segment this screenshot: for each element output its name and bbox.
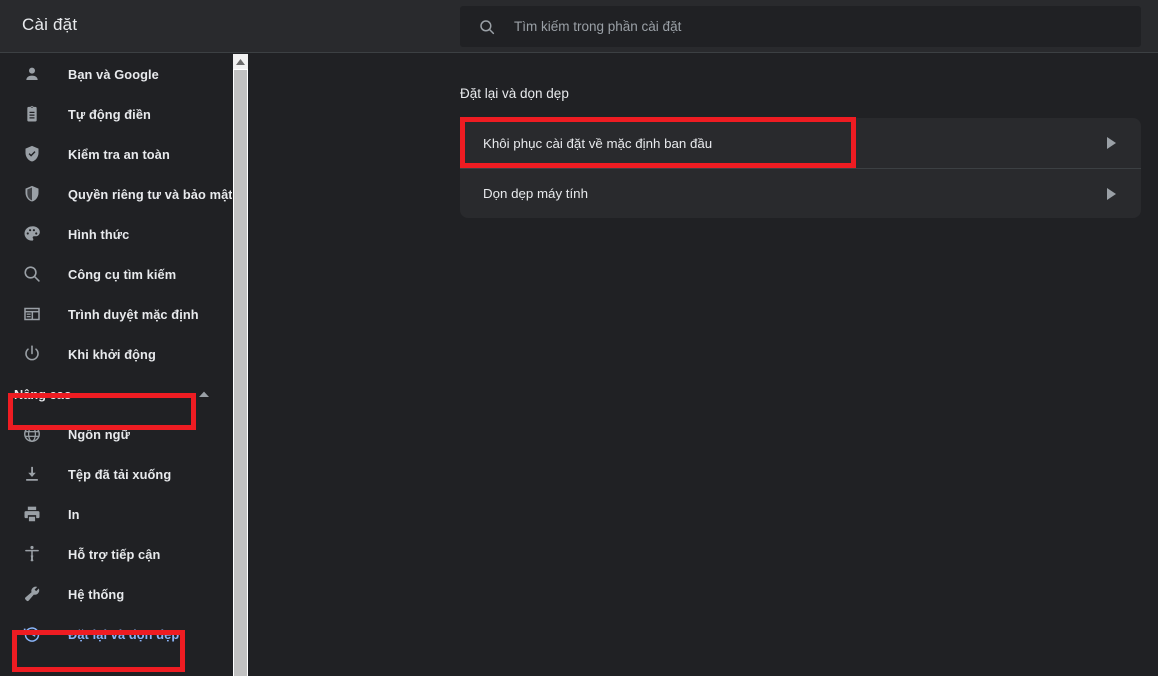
accessibility-icon bbox=[25, 545, 39, 562]
printer-icon bbox=[24, 506, 40, 522]
sidebar-item-downloads[interactable]: Tệp đã tải xuống bbox=[0, 454, 232, 494]
sidebar-item-label: Tệp đã tải xuống bbox=[68, 466, 172, 482]
sidebar-item-label: Quyền riêng tư và bảo mật bbox=[68, 186, 232, 202]
shield-icon bbox=[25, 185, 39, 202]
sidebar-item-appearance[interactable]: Hình thức bbox=[0, 214, 232, 254]
shield-check-icon bbox=[25, 145, 39, 162]
row-clean-up-computer[interactable]: Dọn dẹp máy tính bbox=[460, 168, 1141, 218]
globe-icon bbox=[24, 426, 40, 442]
sidebar-item-label: Khi khởi động bbox=[68, 346, 156, 362]
sidebar: Bạn và Google Tự động điền Kiểm tra an t… bbox=[0, 54, 232, 676]
sidebar-item-you-and-google[interactable]: Bạn và Google bbox=[0, 54, 232, 94]
row-label: Khôi phục cài đặt về mặc định ban đầu bbox=[483, 135, 713, 151]
sidebar-item-system[interactable]: Hệ thống bbox=[0, 574, 232, 614]
sidebar-item-label: Ngôn ngữ bbox=[68, 426, 130, 442]
scroll-up-arrow-icon bbox=[236, 59, 245, 65]
sidebar-item-search-engine[interactable]: Công cụ tìm kiếm bbox=[0, 254, 232, 294]
browser-icon bbox=[24, 307, 40, 321]
sidebar-item-label: Bạn và Google bbox=[68, 66, 159, 82]
chevron-up-icon bbox=[199, 391, 209, 397]
page-title: Cài đặt bbox=[22, 15, 78, 34]
main-content: Đặt lại và dọn dẹp Khôi phục cài đặt về … bbox=[248, 54, 1158, 676]
sidebar-item-on-startup[interactable]: Khi khởi động bbox=[0, 334, 232, 374]
power-icon bbox=[25, 345, 39, 361]
sidebar-item-label: Đặt lại và dọn dẹp bbox=[68, 626, 180, 642]
section-heading: Đặt lại và dọn dẹp bbox=[460, 86, 569, 101]
sidebar-item-safety-check[interactable]: Kiểm tra an toàn bbox=[0, 134, 232, 174]
sidebar-item-default-browser[interactable]: Trình duyệt mặc định bbox=[0, 294, 232, 334]
clipboard-icon bbox=[27, 105, 37, 122]
download-icon bbox=[26, 466, 38, 481]
sidebar-item-autofill[interactable]: Tự động điền bbox=[0, 94, 232, 134]
sidebar-item-label: Hệ thống bbox=[68, 586, 125, 602]
sidebar-item-label: In bbox=[68, 506, 80, 522]
sidebar-item-label: Tự động điền bbox=[68, 106, 151, 122]
sidebar-item-label: Hỗ trợ tiếp cận bbox=[68, 546, 161, 562]
search-input[interactable] bbox=[514, 19, 1074, 34]
sidebar-item-label: Công cụ tìm kiếm bbox=[68, 266, 177, 282]
palette-icon bbox=[24, 226, 40, 241]
sidebar-item-languages[interactable]: Ngôn ngữ bbox=[0, 414, 232, 454]
sidebar-group-advanced[interactable]: Nâng cao bbox=[0, 374, 232, 414]
sidebar-item-accessibility[interactable]: Hỗ trợ tiếp cận bbox=[0, 534, 232, 574]
sidebar-item-label: Hình thức bbox=[68, 226, 130, 242]
settings-card: Khôi phục cài đặt về mặc định ban đầu Dọ… bbox=[460, 118, 1141, 218]
sidebar-scrollbar-up-button[interactable] bbox=[233, 54, 248, 69]
search-box[interactable] bbox=[460, 6, 1141, 47]
sidebar-item-label: Kiểm tra an toàn bbox=[68, 146, 170, 162]
person-icon bbox=[26, 67, 38, 80]
sidebar-group-label: Nâng cao bbox=[14, 386, 72, 402]
sidebar-scrollbar-thumb[interactable] bbox=[234, 70, 247, 676]
search-icon bbox=[480, 19, 495, 34]
row-restore-defaults[interactable]: Khôi phục cài đặt về mặc định ban đầu bbox=[460, 118, 1141, 168]
row-label: Dọn dẹp máy tính bbox=[483, 186, 588, 201]
search-icon bbox=[24, 266, 40, 282]
sidebar-item-printing[interactable]: In bbox=[0, 494, 232, 534]
sidebar-item-label: Trình duyệt mặc định bbox=[68, 306, 199, 322]
sidebar-item-privacy-security[interactable]: Quyền riêng tư và bảo mật bbox=[0, 174, 232, 214]
wrench-icon bbox=[25, 586, 40, 602]
top-bar: Cài đặt bbox=[0, 0, 1158, 53]
chevron-right-icon bbox=[1107, 188, 1116, 200]
history-reset-icon bbox=[23, 627, 40, 642]
sidebar-item-reset-and-cleanup[interactable]: Đặt lại và dọn dẹp bbox=[0, 614, 232, 654]
chevron-right-icon bbox=[1107, 137, 1116, 149]
